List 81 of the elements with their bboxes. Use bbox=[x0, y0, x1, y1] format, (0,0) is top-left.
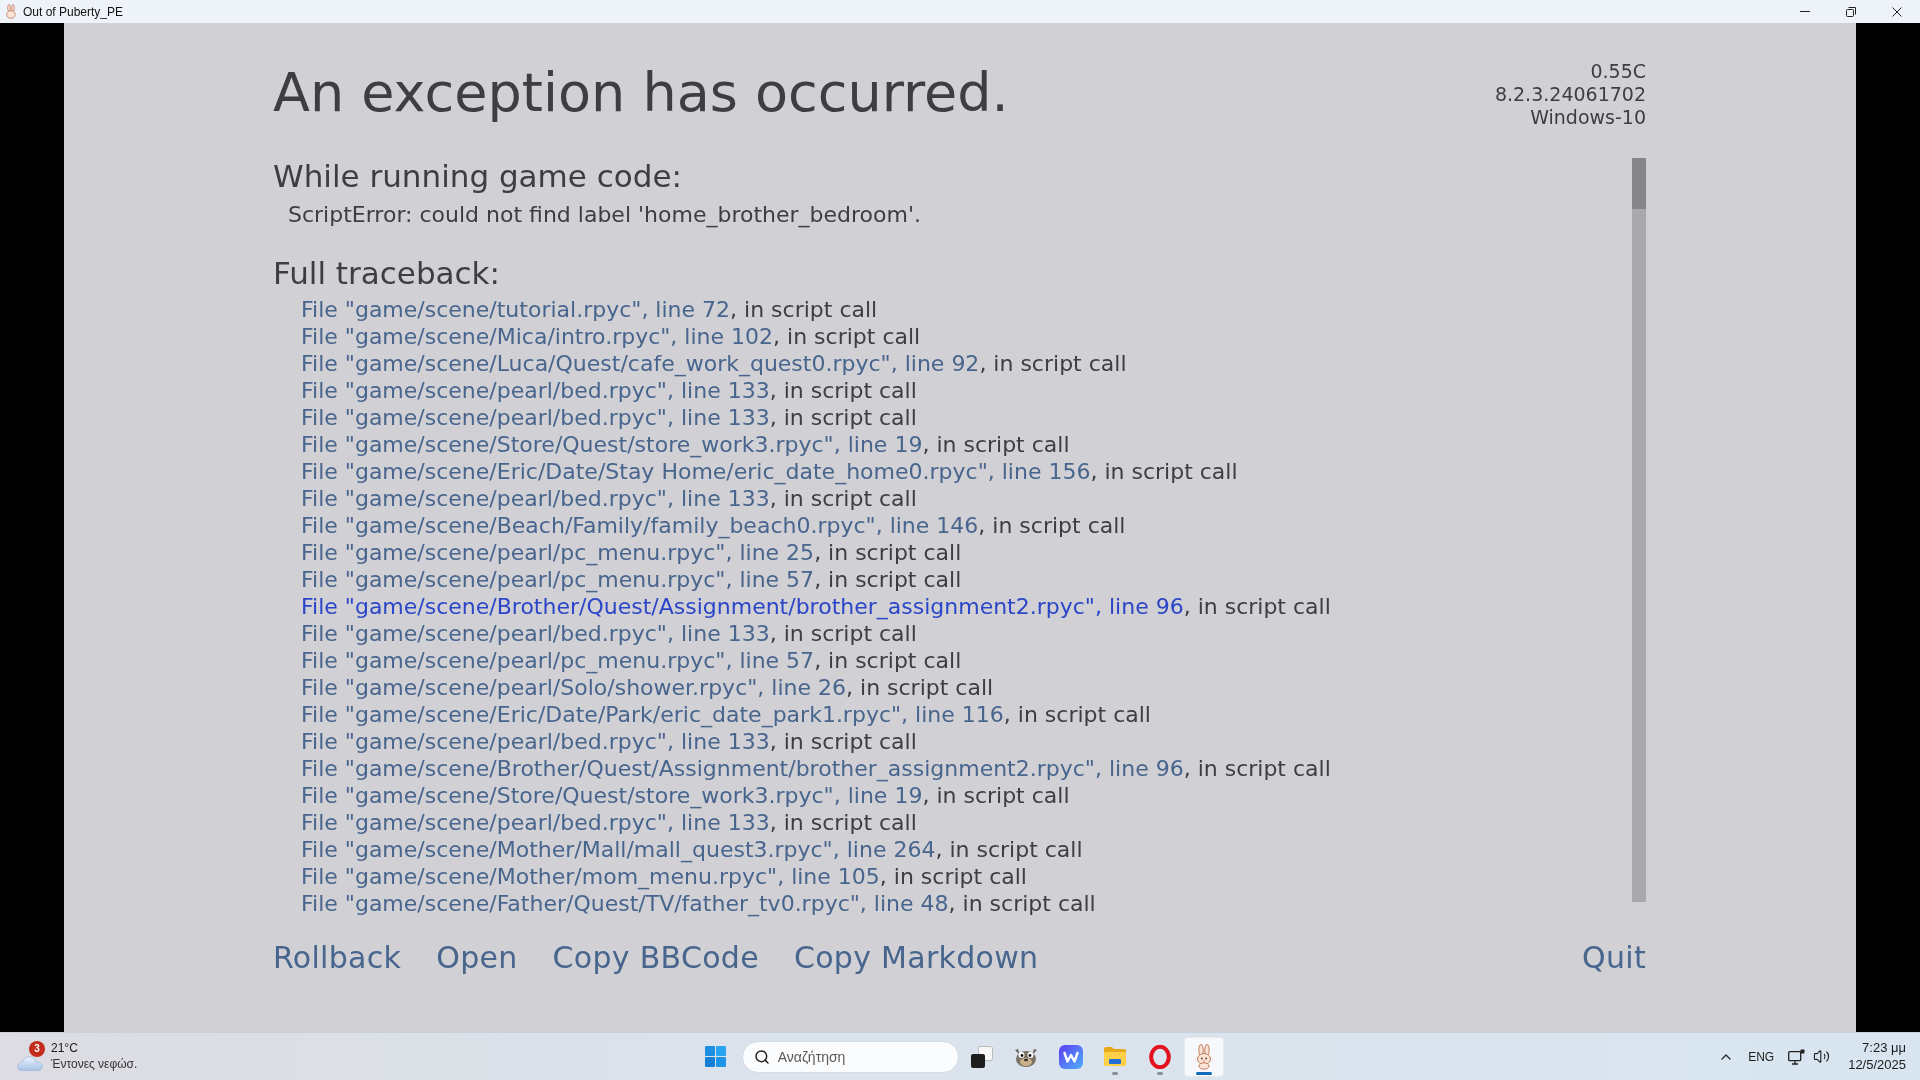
clock-date: 12/5/2025 bbox=[1848, 1057, 1906, 1073]
close-icon bbox=[1892, 6, 1902, 17]
traceback-context: , in script call bbox=[948, 890, 1096, 917]
traceback-context: , in script call bbox=[730, 296, 878, 323]
ring-logo-icon bbox=[1148, 1044, 1171, 1069]
scrollbar-thumb[interactable] bbox=[1632, 158, 1646, 209]
traceback-heading: Full traceback: bbox=[273, 255, 500, 291]
restore-icon bbox=[1846, 6, 1856, 17]
traceback-context: , in script call bbox=[769, 620, 917, 647]
error-title: An exception has occurred. bbox=[273, 63, 1009, 123]
traceback-context: , in script call bbox=[814, 566, 962, 593]
traceback-link[interactable]: File "game/scene/pearl/bed.rpyc", line 133 bbox=[301, 404, 770, 431]
language-indicator[interactable]: ENG bbox=[1740, 1049, 1783, 1064]
traceback-link[interactable]: File "game/scene/pearl/pc_menu.rpyc", line 57 bbox=[301, 566, 815, 593]
zigzag-logo-icon bbox=[1058, 1044, 1083, 1069]
traceback-link[interactable]: File "game/scene/pearl/Solo/shower.rpyc", line 26 bbox=[301, 674, 847, 701]
traceback-link[interactable]: File "game/scene/Brother/Quest/Assignment/brother_assignment2.rpyc", line 96 bbox=[301, 593, 1184, 620]
traceback-link[interactable]: File "game/scene/pearl/bed.rpyc", line 133 bbox=[301, 377, 770, 404]
traceback-link[interactable]: File "game/scene/Brother/Quest/Assignment/brother_assignment2.rpyc", line 96 bbox=[301, 755, 1184, 782]
search-input[interactable]: Αναζήτηση bbox=[777, 1042, 958, 1071]
traceback-link[interactable]: File "game/scene/pearl/bed.rpyc", line 133 bbox=[301, 620, 770, 647]
window-title: Out of Puberty_PE bbox=[23, 4, 124, 19]
traceback-context: , in script call bbox=[769, 728, 917, 755]
traceback-context: , in script call bbox=[1003, 701, 1151, 728]
action-button[interactable]: Rollback bbox=[273, 940, 402, 976]
action-button[interactable]: Copy Markdown bbox=[793, 940, 1039, 976]
traceback-context: , in script call bbox=[769, 809, 917, 836]
traceback-context: , in script call bbox=[1183, 755, 1331, 782]
version-text: 8.2.3.24061702 bbox=[1494, 83, 1646, 106]
traceback-link[interactable]: File "game/scene/Beach/Family/family_beach0.rpyc", line 146 bbox=[301, 512, 979, 539]
traceback-link[interactable]: File "game/scene/Mica/intro.rpyc", line 102 bbox=[301, 323, 774, 350]
action-button[interactable]: Copy BBCode bbox=[552, 940, 759, 976]
traceback-link[interactable]: File "game/scene/pearl/bed.rpyc", line 133 bbox=[301, 485, 770, 512]
traceback-context: , in script call bbox=[879, 863, 1027, 890]
version-text: 0.55C bbox=[1590, 60, 1646, 83]
traceback-context: , in script call bbox=[814, 539, 962, 566]
traceback-link[interactable]: File "game/scene/Store/Quest/store_work3.rpyc", line 19 bbox=[301, 782, 923, 809]
version-text: Windows-10 bbox=[1530, 106, 1646, 129]
section-heading: While running game code: bbox=[273, 158, 682, 194]
temperature-text: 21°C bbox=[51, 1040, 78, 1055]
clock-time: 7:23 μμ bbox=[1862, 1040, 1906, 1056]
traceback-link[interactable]: File "game/scene/pearl/pc_menu.rpyc", line 57 bbox=[301, 647, 815, 674]
traceback-context: , in script call bbox=[773, 323, 921, 350]
notification-badge: 3 bbox=[29, 1040, 45, 1057]
stacked-squares-icon bbox=[970, 1045, 993, 1068]
quit-button[interactable]: Quit bbox=[1582, 940, 1646, 976]
traceback-link[interactable]: File "game/scene/Mother/mom_menu.rpyc", line 105 bbox=[301, 863, 880, 890]
cloud-icon bbox=[17, 1053, 43, 1071]
windows-logo-icon bbox=[705, 1046, 727, 1067]
traceback-link[interactable]: File "game/scene/Mother/Mall/mall_quest3.rpyc", line 264 bbox=[301, 836, 936, 863]
traceback-context: , in script call bbox=[769, 377, 917, 404]
traceback-link[interactable]: File "game/scene/Store/Quest/store_work3.rpyc", line 19 bbox=[301, 431, 923, 458]
weather-condition-text: Έντονες νεφώσ. bbox=[51, 1056, 138, 1071]
traceback-context: , in script call bbox=[935, 836, 1083, 863]
traceback-link[interactable]: File "game/scene/pearl/pc_menu.rpyc", line 25 bbox=[301, 539, 815, 566]
traceback-link[interactable]: File "game/scene/pearl/bed.rpyc", line 133 bbox=[301, 728, 770, 755]
traceback-link[interactable]: File "game/scene/pearl/bed.rpyc", line 133 bbox=[301, 809, 770, 836]
traceback-context: , in script call bbox=[922, 782, 1070, 809]
traceback-link[interactable]: File "game/scene/Eric/Date/Stay Home/eric_date_home0.rpyc", line 156 bbox=[301, 458, 1091, 485]
search-icon bbox=[753, 1048, 770, 1065]
traceback-context: , in script call bbox=[1183, 593, 1331, 620]
traceback-context: , in script call bbox=[814, 647, 962, 674]
search-field[interactable]: Αναζήτηση bbox=[741, 1040, 959, 1073]
folder-icon bbox=[1103, 1046, 1128, 1067]
traceback-link[interactable]: File "game/scene/Eric/Date/Park/eric_date_park1.rpyc", line 116 bbox=[301, 701, 1004, 728]
rabbit-icon bbox=[5, 4, 17, 19]
monitor-icon bbox=[1788, 1048, 1806, 1065]
traceback-link[interactable]: File "game/scene/tutorial.rpyc", line 72 bbox=[301, 296, 731, 323]
action-button[interactable]: Open bbox=[436, 940, 518, 976]
traceback-context: , in script call bbox=[922, 431, 1070, 458]
traceback-context: , in script call bbox=[978, 512, 1126, 539]
minimize-icon bbox=[1800, 11, 1810, 12]
traceback-link[interactable]: File "game/scene/Luca/Quest/cafe_work_quest0.rpyc", line 92 bbox=[301, 350, 980, 377]
traceback-context: , in script call bbox=[1090, 458, 1238, 485]
error-message: ScriptError: could not find label 'home_brother_bedroom'. bbox=[288, 201, 921, 228]
traceback-context: , in script call bbox=[769, 404, 917, 431]
traceback-context: , in script call bbox=[769, 485, 917, 512]
traceback-link[interactable]: File "game/scene/Father/Quest/TV/father_tv0.rpyc", line 48 bbox=[301, 890, 949, 917]
traceback-context: , in script call bbox=[846, 674, 994, 701]
traceback-context: , in script call bbox=[979, 350, 1127, 377]
volume-icon bbox=[1813, 1048, 1831, 1065]
